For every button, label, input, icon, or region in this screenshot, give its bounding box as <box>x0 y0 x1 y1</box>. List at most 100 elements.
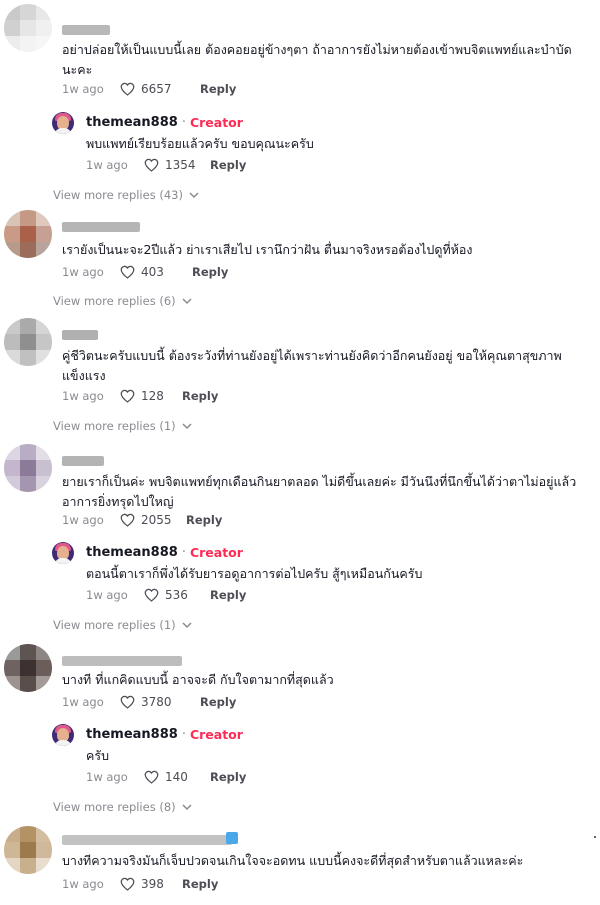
heart-outline-icon <box>120 695 135 709</box>
reply-time: 1w ago <box>86 158 128 172</box>
view-more-label: View more replies (1) <box>53 618 176 632</box>
username-blurred[interactable] <box>62 222 140 232</box>
view-more-replies[interactable]: View more replies (8) <box>53 800 192 814</box>
username-blurred[interactable] <box>62 656 182 666</box>
heart-outline-icon <box>120 513 135 527</box>
like-button[interactable]: 2055 <box>120 513 186 527</box>
comment-text: บางทีความจริงมันก็เจ็บปวดจนเกินใจจะอดทน … <box>62 853 524 868</box>
like-count: 1354 <box>165 158 196 172</box>
view-more-label: View more replies (8) <box>53 800 176 814</box>
like-button[interactable]: 6657 <box>120 82 200 96</box>
comment-time: 1w ago <box>62 695 104 709</box>
comment-meta: 1w ago 6657 Reply <box>62 82 236 96</box>
view-more-label: View more replies (1) <box>53 419 176 433</box>
comment-time: 1w ago <box>62 389 104 403</box>
chevron-down-icon <box>182 297 192 304</box>
like-button[interactable]: 140 <box>144 770 210 784</box>
heart-outline-icon <box>144 588 159 602</box>
avatar[interactable] <box>4 444 52 492</box>
heart-outline-icon <box>120 265 135 279</box>
like-button[interactable]: 3780 <box>120 695 200 709</box>
like-count: 398 <box>141 877 164 891</box>
reply-button[interactable]: Reply <box>200 82 236 96</box>
comment-text: อย่าปล่อยให้เป็นแบบนี้เลย ต้องคอยอยู่ข้า… <box>62 42 572 77</box>
like-count: 140 <box>165 770 188 784</box>
like-button[interactable]: 128 <box>120 389 182 403</box>
creator-avatar[interactable] <box>52 724 74 746</box>
creator-username[interactable]: themean888 <box>86 727 178 742</box>
heart-outline-icon <box>144 158 159 172</box>
chevron-down-icon <box>182 803 192 810</box>
reply-button[interactable]: Reply <box>200 695 236 709</box>
creator-badge: Creator <box>189 545 243 560</box>
like-button[interactable]: 536 <box>144 588 210 602</box>
reply-button[interactable]: Reply <box>182 877 218 891</box>
comment-text: ยายเราก็เป็นค่ะ พบจิตแพทย์ทุกเดือนกินยาต… <box>62 474 577 509</box>
like-button[interactable]: 1354 <box>144 158 210 172</box>
reply-button[interactable]: Reply <box>182 389 218 403</box>
view-more-label: View more replies (6) <box>53 294 176 308</box>
avatar[interactable] <box>4 826 52 874</box>
comment-text: เรายังเป็นนะจะ2ปีแล้ว ย่าเราเสียไป เรานึ… <box>62 242 473 257</box>
comment-text: คู่ชีวิตนะครับแบบนี้ ต้องระวังที่ท่านยัง… <box>62 348 562 383</box>
reply-button[interactable]: Reply <box>210 158 246 172</box>
reply-text: ตอนนี้ตาเราก็พึ่งได้รับยารอดูอาการต่อไปค… <box>86 566 423 581</box>
reply-text: พบแพทย์เรียบร้อยแล้วครับ ขอบคุณนะครับ <box>86 136 314 151</box>
comment-time: 1w ago <box>62 877 104 891</box>
reply-time: 1w ago <box>86 588 128 602</box>
comment-meta: 1w ago 128 Reply <box>62 389 218 403</box>
creator-avatar[interactable] <box>52 112 74 134</box>
reply-author: themean888 · Creator <box>86 545 243 560</box>
creator-username[interactable]: themean888 <box>86 115 178 130</box>
separator-dot: · <box>181 727 186 742</box>
like-count: 6657 <box>141 82 172 96</box>
username-blurred[interactable] <box>62 456 104 466</box>
view-more-replies[interactable]: View more replies (43) <box>53 188 199 202</box>
separator-dot: · <box>181 545 186 560</box>
avatar[interactable] <box>4 318 52 366</box>
comment-meta: 1w ago 3780 Reply <box>62 695 236 709</box>
like-count: 536 <box>165 588 188 602</box>
username-blurred[interactable] <box>62 330 98 340</box>
avatar[interactable] <box>4 4 52 52</box>
view-more-label: View more replies (43) <box>53 188 183 202</box>
comment-time: 1w ago <box>62 513 104 527</box>
heart-outline-icon <box>120 389 135 403</box>
comment-text: บางที ที่แกคิดแบบนี้ อาจจะดี กับใจตามากท… <box>62 672 334 687</box>
avatar[interactable] <box>4 644 52 692</box>
reply-button[interactable]: Reply <box>210 770 246 784</box>
avatar[interactable] <box>4 210 52 258</box>
comment-meta: 1w ago 403 Reply <box>62 265 228 279</box>
chevron-down-icon <box>189 191 199 198</box>
reply-meta: 1w ago 1354 Reply <box>86 158 246 172</box>
view-more-replies[interactable]: View more replies (1) <box>53 419 192 433</box>
reply-author: themean888 · Creator <box>86 727 243 742</box>
chevron-down-icon <box>182 422 192 429</box>
reply-button[interactable]: Reply <box>192 265 228 279</box>
like-button[interactable]: 398 <box>120 877 182 891</box>
username-blurred[interactable] <box>62 835 232 845</box>
creator-avatar[interactable] <box>52 542 74 564</box>
heart-outline-icon <box>120 82 135 96</box>
username-blurred[interactable] <box>62 25 110 35</box>
reply-button[interactable]: Reply <box>186 513 222 527</box>
creator-badge: Creator <box>189 727 243 742</box>
scroll-indicator-dot <box>594 836 596 838</box>
comment-meta: 1w ago 398 Reply <box>62 877 218 891</box>
creator-username[interactable]: themean888 <box>86 545 178 560</box>
separator-dot: · <box>181 115 186 130</box>
reply-time: 1w ago <box>86 770 128 784</box>
view-more-replies[interactable]: View more replies (6) <box>53 294 192 308</box>
view-more-replies[interactable]: View more replies (1) <box>53 618 192 632</box>
like-button[interactable]: 403 <box>120 265 192 279</box>
comment-time: 1w ago <box>62 265 104 279</box>
like-count: 2055 <box>141 513 172 527</box>
username-emoji-blurred <box>226 832 238 844</box>
creator-badge: Creator <box>189 115 243 130</box>
comment-time: 1w ago <box>62 82 104 96</box>
reply-button[interactable]: Reply <box>210 588 246 602</box>
like-count: 128 <box>141 389 164 403</box>
heart-outline-icon <box>120 877 135 891</box>
like-count: 403 <box>141 265 164 279</box>
comment-meta: 1w ago 2055 Reply <box>62 513 222 527</box>
